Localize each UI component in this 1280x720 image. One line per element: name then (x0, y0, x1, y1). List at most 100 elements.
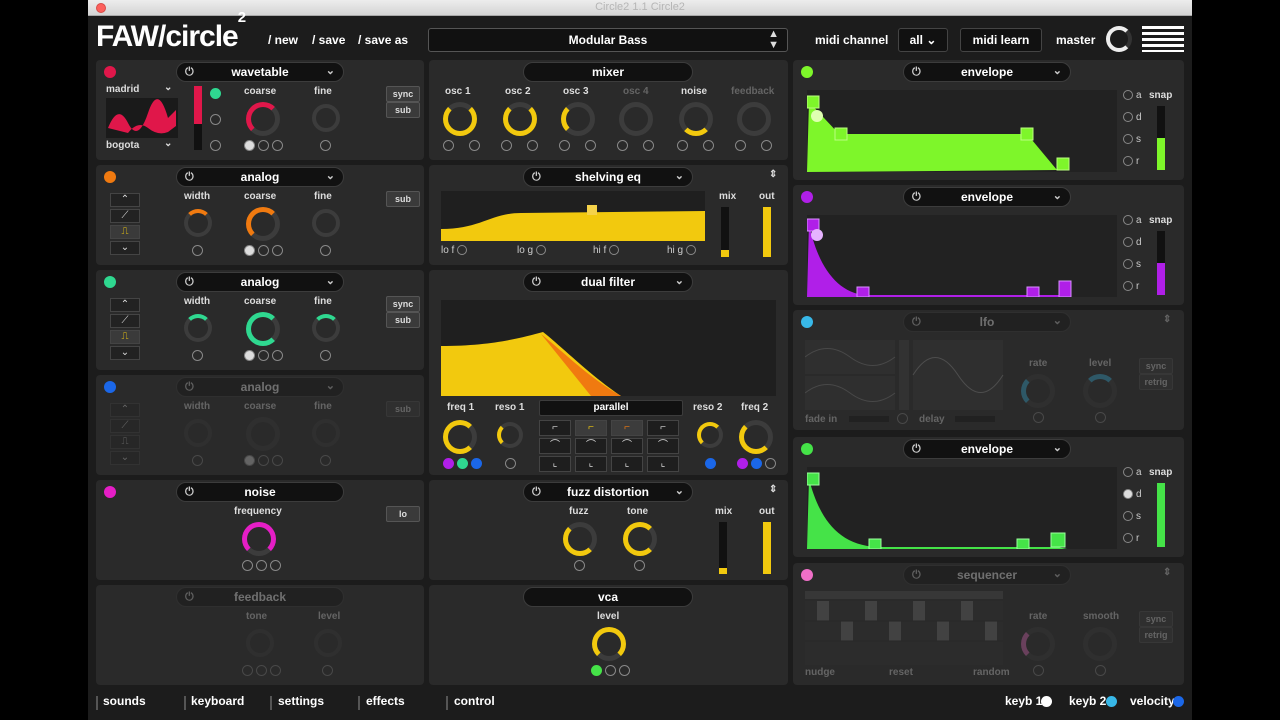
mod-slot[interactable] (535, 245, 546, 255)
mod-slot[interactable] (585, 140, 596, 151)
mod-slot[interactable] (258, 350, 269, 361)
mod-slot[interactable] (527, 140, 538, 151)
filter-type-button[interactable]: ⌞ (539, 456, 571, 472)
chevron-down-icon[interactable]: ⌄ (164, 82, 172, 93)
save-as-link[interactable]: / save as (358, 33, 408, 47)
power-icon[interactable]: ⏻ (912, 188, 921, 206)
sync-button[interactable]: sync (1139, 358, 1173, 374)
freq2-knob[interactable] (739, 420, 773, 454)
envelope2-header[interactable]: ⏻ envelope ⌄ (903, 187, 1071, 207)
env1-release-option[interactable]: r (1123, 156, 1139, 167)
mod-slot[interactable] (320, 455, 331, 466)
osc3-header[interactable]: ⏻ analog ⌄ (176, 272, 344, 292)
radio[interactable] (1123, 533, 1133, 543)
lo-g-control[interactable]: lo g (517, 245, 549, 256)
filter-type-button[interactable]: ⌐ (575, 420, 607, 436)
mod-slot[interactable] (765, 458, 776, 469)
env3-release-option[interactable]: r (1123, 533, 1139, 544)
osc2-led[interactable] (104, 171, 116, 183)
settings-tab[interactable]: settings (278, 694, 324, 708)
filter-type-button[interactable]: ⌞ (575, 456, 607, 472)
mod-slot[interactable] (677, 140, 688, 151)
mod-slot[interactable] (634, 560, 645, 571)
sync-button[interactable]: sync (386, 86, 420, 102)
mod-slot[interactable] (270, 665, 281, 676)
retrig-button[interactable]: retrig (1139, 627, 1173, 643)
mod-slot[interactable] (210, 114, 221, 125)
env2-release-option[interactable]: r (1123, 281, 1139, 292)
fuzz-header[interactable]: ⏻ fuzz distortion ⌄ (523, 482, 693, 502)
mod-slot[interactable] (605, 665, 616, 676)
wave-square-button[interactable]: ⎍ (110, 435, 140, 449)
envelope1-header[interactable]: ⏻ envelope ⌄ (903, 62, 1071, 82)
coarse-knob[interactable] (246, 312, 280, 346)
filter-type-button[interactable]: ⌐ (611, 420, 643, 436)
mod-slot[interactable] (242, 665, 253, 676)
tone-knob[interactable] (246, 629, 274, 657)
coarse-knob[interactable] (246, 102, 280, 136)
reso1-knob[interactable] (497, 422, 523, 448)
level-knob[interactable] (1083, 374, 1117, 408)
mod-slot[interactable] (574, 560, 585, 571)
power-icon[interactable]: ⏻ (912, 566, 921, 584)
mixer-osc4-knob[interactable] (619, 102, 653, 136)
up-down-arrows-icon[interactable]: ⇕ (1163, 314, 1171, 325)
up-down-arrows-icon[interactable]: ⇕ (769, 484, 777, 495)
mod-slot[interactable] (1033, 412, 1044, 423)
env2-attack-option[interactable]: a (1123, 215, 1142, 226)
midi-learn-button[interactable]: midi learn (960, 28, 1042, 52)
osc2-header[interactable]: ⏻ analog ⌄ (176, 167, 344, 187)
mod-slot[interactable] (192, 245, 203, 256)
wave-square-button[interactable]: ⎍ (110, 225, 140, 239)
radio[interactable] (1123, 281, 1133, 291)
mod-slot[interactable] (192, 350, 203, 361)
envelope3-display[interactable] (807, 467, 1117, 549)
preset-selector[interactable]: Modular Bass ▲ ▼ (428, 28, 788, 52)
mod-slot[interactable] (737, 458, 748, 469)
filter-header[interactable]: ⏻ dual filter ⌄ (523, 272, 693, 292)
mod-slot[interactable] (244, 245, 255, 256)
lo-f-control[interactable]: lo f (441, 245, 470, 256)
mod-slot[interactable] (703, 140, 714, 151)
mod-slot[interactable] (469, 140, 480, 151)
envelope1-led[interactable] (801, 66, 813, 78)
filter-type-button[interactable]: ⌒ (647, 438, 679, 454)
mixer-noise-knob[interactable] (679, 102, 713, 136)
mod-slot[interactable] (244, 350, 255, 361)
radio[interactable] (1123, 215, 1133, 225)
mod-slot[interactable] (320, 245, 331, 256)
fuzz-knob[interactable] (563, 522, 597, 556)
mod-slot[interactable] (244, 455, 255, 466)
mod-slot[interactable] (457, 458, 468, 469)
power-icon[interactable]: ⏻ (185, 483, 194, 501)
mixer-osc3-knob[interactable] (561, 102, 595, 136)
mixer-feedback-knob[interactable] (737, 102, 771, 136)
mix-meter[interactable] (721, 207, 729, 257)
noise-led[interactable] (104, 486, 116, 498)
sub-button[interactable]: sub (386, 312, 420, 328)
wave-ramp-button[interactable]: ⟋ (110, 209, 140, 223)
power-icon[interactable]: ⏻ (532, 273, 541, 291)
mod-slot[interactable] (619, 665, 630, 676)
retrig-button[interactable]: retrig (1139, 374, 1173, 390)
mod-slot[interactable] (735, 140, 746, 151)
mod-slot[interactable] (1033, 665, 1044, 676)
mod-slot[interactable] (751, 458, 762, 469)
level-knob[interactable] (592, 627, 626, 661)
sequencer-grid[interactable] (805, 591, 1003, 665)
mod-slot[interactable] (320, 140, 331, 151)
mod-slot[interactable] (591, 665, 602, 676)
mod-slot[interactable] (685, 245, 696, 255)
envelope2-display[interactable] (807, 215, 1117, 297)
env2-sustain-option[interactable]: s (1123, 259, 1141, 270)
mod-slot[interactable] (457, 245, 468, 255)
out-meter[interactable] (763, 522, 771, 574)
radio-selected[interactable] (1123, 489, 1133, 499)
wave-saw-button[interactable]: ⌃ (110, 298, 140, 312)
radio[interactable] (1123, 237, 1133, 247)
power-icon[interactable]: ⏻ (185, 63, 194, 81)
width-knob[interactable] (184, 209, 212, 237)
wave-triangle-button[interactable]: ⌄ (110, 451, 140, 465)
mod-slot[interactable] (609, 245, 620, 255)
osc4-led[interactable] (104, 381, 116, 393)
